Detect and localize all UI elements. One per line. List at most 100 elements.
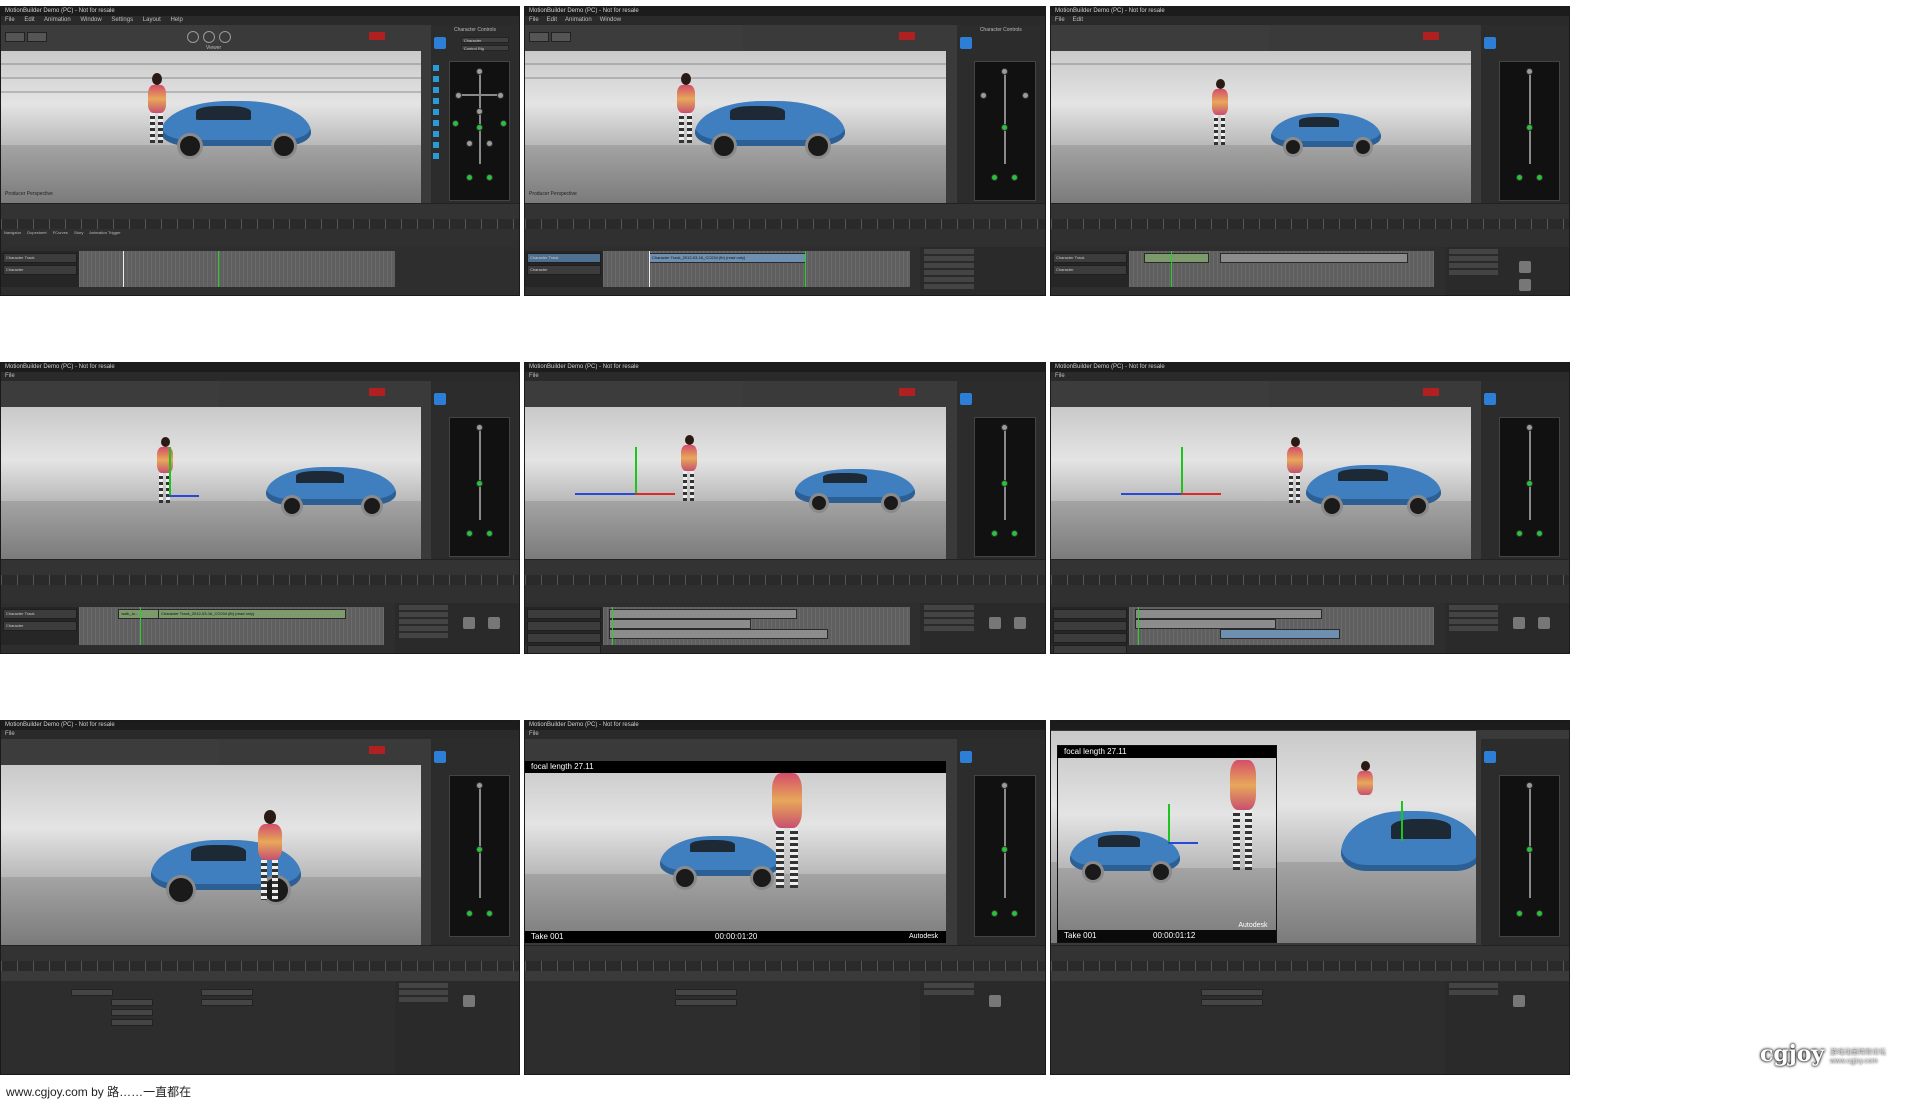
move-gizmo-y[interactable] [1168, 804, 1170, 844]
move-gizmo-x[interactable] [1121, 493, 1181, 495]
track-row[interactable] [1053, 609, 1127, 619]
record-button[interactable] [369, 388, 385, 396]
scale-tool-icon[interactable] [219, 31, 231, 43]
timeline-ruler[interactable] [525, 575, 1045, 585]
story-timeline[interactable] [1128, 607, 1435, 645]
move-gizmo-x[interactable] [575, 493, 635, 495]
3d-viewport[interactable]: Producer Perspective [1, 51, 421, 203]
tab-navigator[interactable]: Navigator [4, 230, 21, 235]
track-row[interactable] [527, 645, 601, 653]
track-row[interactable]: Character [3, 265, 77, 275]
car-model[interactable] [1341, 811, 1476, 871]
record-button[interactable] [899, 32, 915, 40]
move-gizmo-y[interactable] [169, 447, 171, 497]
display-button[interactable] [27, 32, 47, 42]
story-clip[interactable]: Character Track_2012-03-16_CC034 (fb) (r… [158, 609, 346, 619]
timeline-ruler[interactable] [1, 575, 519, 585]
skeleton-diagram[interactable] [974, 61, 1037, 201]
story-clip[interactable] [1134, 619, 1277, 629]
menu-settings[interactable]: Settings [111, 17, 133, 23]
menu-edit[interactable]: Edit [547, 17, 557, 23]
menu-file[interactable]: File [1055, 17, 1065, 23]
track-row[interactable]: Character Track [3, 609, 77, 619]
track-row[interactable]: Character Track [527, 253, 601, 263]
transport-controls[interactable] [1, 203, 519, 220]
3d-viewport[interactable] [1051, 407, 1471, 559]
menu-layout[interactable]: Layout [143, 17, 161, 23]
rotate-tool-icon[interactable] [203, 31, 215, 43]
story-timeline[interactable]: walk_to... Character Track_2012-03-16_CC… [78, 607, 385, 645]
move-gizmo-y[interactable] [1181, 447, 1183, 495]
tab-story[interactable]: Story [74, 230, 83, 235]
skeleton-diagram[interactable] [448, 417, 511, 557]
timeline-ruler[interactable] [1051, 575, 1569, 585]
character-field[interactable]: Character [460, 37, 510, 43]
story-timeline[interactable] [1128, 251, 1435, 287]
skeleton-diagram[interactable] [974, 775, 1037, 937]
3d-viewport[interactable] [1051, 51, 1471, 203]
new-button[interactable] [529, 32, 549, 42]
story-timeline[interactable] [603, 607, 910, 645]
menu-file[interactable]: File [529, 373, 539, 379]
timeline-ruler[interactable] [1051, 219, 1569, 229]
timeline-ruler[interactable] [1, 961, 519, 971]
skeleton-diagram[interactable] [1498, 775, 1561, 937]
menu-help[interactable]: Help [170, 17, 182, 23]
new-button[interactable] [5, 32, 25, 42]
transport-controls[interactable] [1051, 559, 1569, 576]
transport-controls[interactable] [1, 945, 519, 962]
move-tool-icon[interactable] [187, 31, 199, 43]
track-row[interactable] [1053, 633, 1127, 643]
camera-view[interactable]: focal length 27.11 Take 001 00:00:01:20 … [525, 761, 947, 943]
menu-window[interactable]: Window [80, 17, 101, 23]
track-row[interactable] [527, 621, 601, 631]
story-clip[interactable] [1143, 253, 1210, 263]
story-clip[interactable] [609, 619, 752, 629]
story-clip[interactable] [1220, 253, 1408, 263]
timeline-ruler[interactable] [525, 219, 1045, 229]
menu-file[interactable]: File [5, 731, 15, 737]
source-field[interactable]: Control Rig [460, 45, 510, 51]
story-clip[interactable] [1134, 609, 1323, 619]
story-clip[interactable]: walk_to... [118, 609, 160, 619]
menu-edit[interactable]: Edit [24, 17, 34, 23]
move-gizmo-z[interactable] [1181, 493, 1221, 495]
menu-file[interactable]: File [5, 17, 15, 23]
menu-animation[interactable]: Animation [565, 17, 592, 23]
track-row[interactable]: Character Track [1053, 253, 1127, 263]
story-clip[interactable] [609, 629, 828, 639]
3d-viewport[interactable]: Producer Perspective [525, 51, 947, 203]
3d-viewport[interactable] [525, 407, 947, 559]
story-timeline[interactable]: Character Track_2012-03-16_CC034 (fb) (r… [603, 251, 910, 287]
track-row[interactable] [1053, 645, 1127, 653]
tab-animation-trigger[interactable]: Animation Trigger [89, 230, 120, 235]
3d-viewport[interactable] [1, 765, 421, 945]
track-row[interactable] [527, 633, 601, 643]
record-button[interactable] [1423, 32, 1439, 40]
move-gizmo-x[interactable] [169, 495, 199, 497]
track-row[interactable]: Character Track [3, 253, 77, 263]
timeline-ruler[interactable] [1, 219, 519, 229]
move-gizmo-y[interactable] [1401, 801, 1403, 841]
transport-controls[interactable] [1051, 945, 1569, 962]
transport-controls[interactable] [1, 559, 519, 576]
menu-file[interactable]: File [529, 17, 539, 23]
timeline-ruler[interactable] [1051, 961, 1569, 971]
move-gizmo-y[interactable] [635, 447, 637, 495]
display-button[interactable] [551, 32, 571, 42]
menu-file[interactable]: File [1055, 373, 1065, 379]
record-button[interactable] [1423, 388, 1439, 396]
move-gizmo-x[interactable] [1168, 842, 1198, 844]
camera-view[interactable]: focal length 27.11 Take 001 00:00:01:12 … [1057, 745, 1277, 943]
menu-file[interactable]: File [5, 373, 15, 379]
track-row[interactable] [1053, 621, 1127, 631]
track-row[interactable]: Character [527, 265, 601, 275]
story-clip[interactable] [609, 609, 798, 619]
transport-controls[interactable] [525, 203, 1045, 220]
tab-dopesheet[interactable]: Dopesheet [27, 230, 46, 235]
track-row[interactable]: Character [1053, 265, 1127, 275]
tab-fcurves[interactable]: FCurves [53, 230, 68, 235]
skeleton-diagram[interactable] [974, 417, 1037, 557]
track-row[interactable]: Character [3, 621, 77, 631]
menu-animation[interactable]: Animation [44, 17, 71, 23]
